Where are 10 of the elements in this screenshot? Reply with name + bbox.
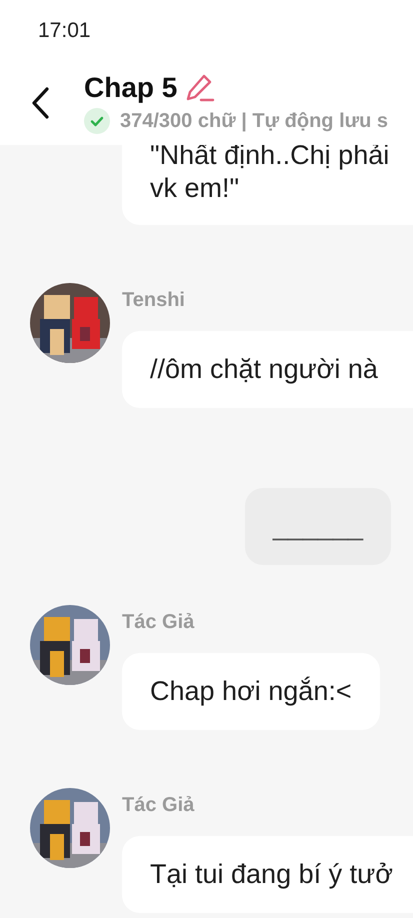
- sender-name: Tác Giả: [122, 793, 196, 818]
- sender-name: Tenshi: [122, 288, 186, 313]
- sender-name: Tác Giả: [122, 610, 196, 635]
- message-bubble: ______: [244, 488, 391, 565]
- chapter-title: Chap 5: [84, 72, 178, 104]
- word-count-status: 374/300 chữ | Tự động lưu s: [120, 110, 388, 132]
- message-bubble: //ôm chặt người nà: [122, 331, 413, 408]
- message-bubble: Chap hơi ngắn:<: [122, 653, 380, 730]
- status-time: 17:01: [38, 19, 91, 43]
- message-bubble: Tại tui đang bí ý tưở: [122, 836, 413, 913]
